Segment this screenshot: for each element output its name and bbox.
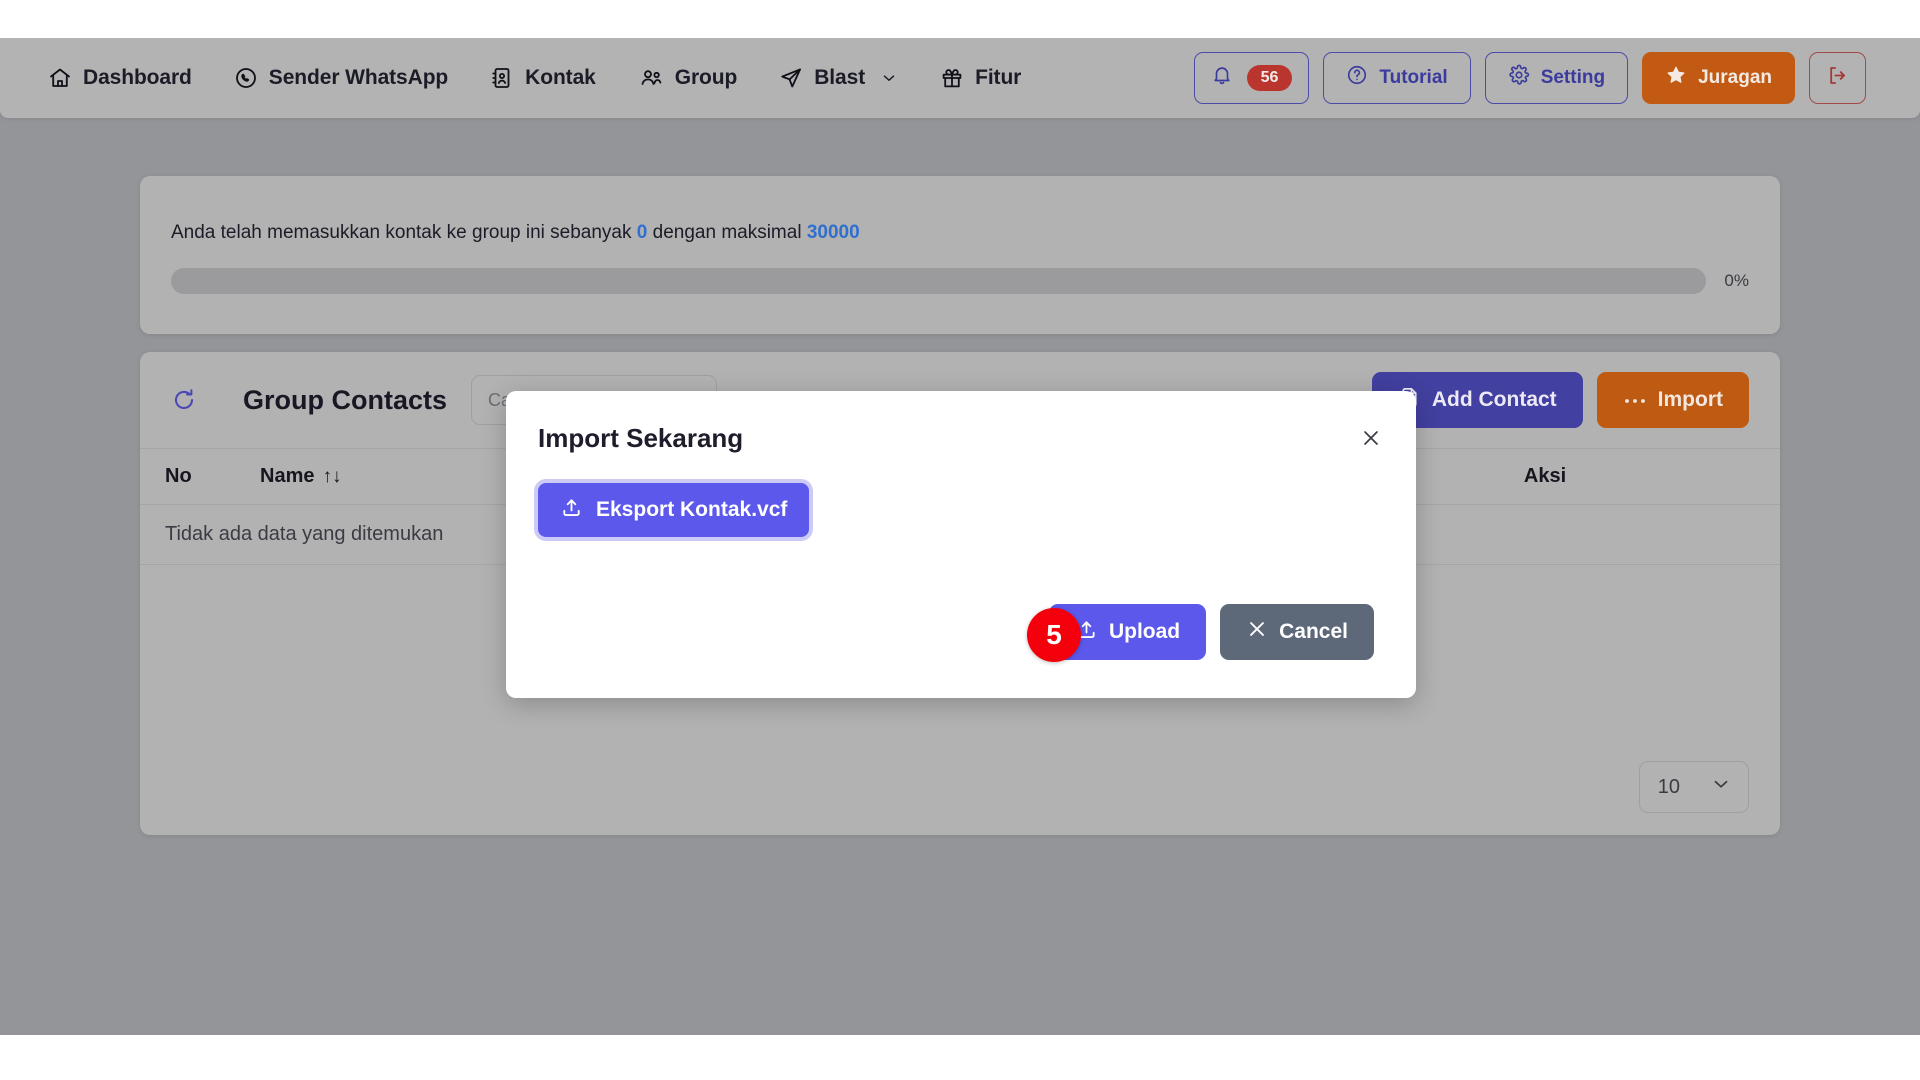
nav-item-blast[interactable]: Blast [779, 66, 898, 90]
column-header-name-label: Name [260, 465, 315, 487]
navbar-actions: 56 Tutorial Setting Juragan [1193, 52, 1866, 104]
group-contacts-actions: Add Contact Import [1371, 372, 1749, 428]
upload-icon [560, 496, 583, 525]
logout-button[interactable] [1809, 52, 1866, 104]
nav-label-fitur: Fitur [975, 66, 1022, 89]
quota-maximum-value: 30000 [806, 222, 860, 243]
gift-icon [940, 66, 964, 90]
setting-label: Setting [1540, 67, 1606, 88]
home-icon [48, 66, 72, 90]
import-modal: Import Sekarang Eksport Kontak.vcf Uploa… [506, 391, 1416, 698]
notifications-button[interactable]: 56 [1193, 52, 1310, 104]
refresh-icon[interactable] [171, 387, 197, 413]
page-viewport-dimmed: Dashboard Sender WhatsApp Kontak Group B… [0, 38, 1920, 1035]
nav-label-group: Group [674, 66, 738, 89]
sort-updown-icon[interactable]: ↑↓ [322, 466, 341, 487]
nav-item-group[interactable]: Group [638, 66, 738, 90]
cancel-button[interactable]: Cancel [1220, 604, 1374, 660]
question-circle-icon [1346, 64, 1368, 92]
notification-count-badge: 56 [1246, 65, 1293, 91]
ellipsis-icon [1623, 388, 1647, 412]
modal-title: Import Sekarang [538, 423, 744, 453]
page-size-select[interactable]: 10 [1638, 761, 1749, 813]
file-select-button[interactable]: Eksport Kontak.vcf [538, 483, 810, 537]
whatsapp-icon [234, 66, 258, 90]
tutorial-button[interactable]: Tutorial [1323, 52, 1471, 104]
nav-label-kontak: Kontak [525, 66, 596, 89]
people-icon [638, 66, 664, 90]
import-label: Import [1657, 388, 1723, 411]
quota-card: Anda telah memasukkan kontak ke group in… [140, 176, 1780, 334]
x-icon [1246, 618, 1268, 646]
top-navbar: Dashboard Sender WhatsApp Kontak Group B… [0, 38, 1920, 118]
send-icon [779, 66, 803, 90]
app-root: Dashboard Sender WhatsApp Kontak Group B… [0, 0, 1920, 1080]
setting-button[interactable]: Setting [1484, 52, 1629, 104]
nav-item-sender-whatsapp[interactable]: Sender WhatsApp [234, 66, 448, 90]
gear-icon [1508, 64, 1530, 92]
add-contact-label: Add Contact [1431, 388, 1557, 411]
upload-label: Upload [1108, 620, 1181, 643]
chevron-down-icon [1710, 773, 1732, 801]
nav-label-dashboard: Dashboard [83, 66, 192, 89]
navbar-links: Dashboard Sender WhatsApp Kontak Group B… [48, 66, 1021, 90]
quota-progress-row: 0% [171, 268, 1749, 294]
tutorial-label: Tutorial [1379, 67, 1448, 88]
quota-text-before: Anda telah memasukkan kontak ke group in… [171, 222, 637, 243]
modal-body: Eksport Kontak.vcf [538, 483, 810, 537]
table-footer: 10 [1638, 761, 1749, 813]
file-select-label: Eksport Kontak.vcf [596, 498, 788, 521]
column-header-no[interactable]: No [140, 448, 260, 505]
star-icon [1665, 64, 1687, 92]
nav-label-sender-whatsapp: Sender WhatsApp [268, 66, 449, 89]
juragan-button[interactable]: Juragan [1642, 52, 1795, 104]
nav-item-fitur[interactable]: Fitur [940, 66, 1021, 90]
juragan-label: Juragan [1698, 67, 1772, 88]
chevron-down-icon [880, 69, 898, 87]
page-size-value: 10 [1657, 775, 1680, 798]
cancel-label: Cancel [1279, 620, 1348, 643]
quota-progress-percent: 0% [1724, 271, 1749, 290]
quota-current-value: 0 [636, 222, 648, 243]
import-button[interactable]: Import [1596, 372, 1749, 428]
step-marker-badge: 5 [1027, 608, 1081, 662]
quota-text-middle: dengan maksimal [647, 222, 807, 243]
modal-footer: Upload Cancel [1048, 604, 1374, 660]
nav-item-kontak[interactable]: Kontak [490, 66, 596, 90]
close-icon[interactable] [1354, 421, 1388, 455]
quota-message: Anda telah memasukkan kontak ke group in… [171, 222, 860, 244]
contact-book-icon [490, 66, 514, 90]
nav-label-blast: Blast [814, 66, 866, 89]
page-title: Group Contacts [243, 384, 448, 415]
nav-item-dashboard[interactable]: Dashboard [48, 66, 192, 90]
quota-progress-bar [171, 268, 1707, 294]
bell-icon [1211, 64, 1233, 92]
logout-icon [1826, 64, 1849, 93]
